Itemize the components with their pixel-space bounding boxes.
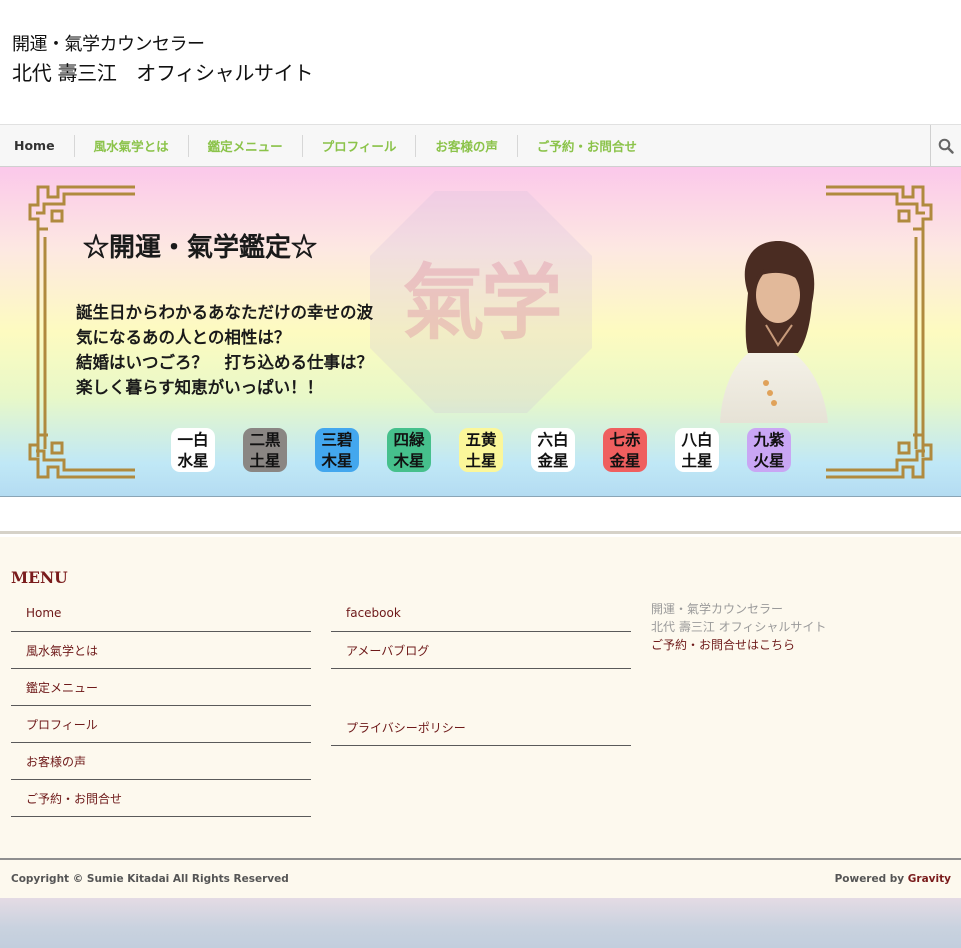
nav-list: Home 風水氣学とは 鑑定メニュー プロフィール お客様の声 ご予約・お問合せ xyxy=(0,125,961,166)
star-tile-5[interactable]: 五黄 土星 xyxy=(459,428,503,472)
footer-link-privacy[interactable]: プライバシーポリシー xyxy=(331,709,631,746)
star-tile-top: 三碧 xyxy=(321,430,353,449)
nav-item-profile[interactable]: プロフィール xyxy=(303,134,417,157)
footer-list-spacer xyxy=(331,669,631,709)
site-title-line1: 開運・氣学カウンセラー xyxy=(12,34,205,55)
star-tile-bottom: 土星 xyxy=(465,451,497,470)
footer-menu-list: Home 風水氣学とは 鑑定メニュー プロフィール お客様の声 ご予約・お問合せ xyxy=(11,595,311,817)
nav-item-voices[interactable]: お客様の声 xyxy=(416,134,518,157)
nav-search-button[interactable] xyxy=(930,125,961,167)
star-tile-top: 九紫 xyxy=(753,430,785,449)
site-header: 開運・氣学カウンセラー 北代 壽三江 オフィシャルサイト xyxy=(0,0,961,124)
nav-item-home[interactable]: Home xyxy=(0,134,75,157)
powered-by-prefix: Powered by xyxy=(834,873,908,885)
star-tile-3[interactable]: 三碧 木星 xyxy=(315,428,359,472)
footer-info-line2: 北代 壽三江 オフィシャルサイト xyxy=(651,620,827,634)
footer-info-line1: 開運・氣学カウンセラー xyxy=(651,602,784,616)
star-tile-top: 一白 xyxy=(177,430,209,449)
star-tile-bottom: 金星 xyxy=(537,451,569,470)
star-tile-bottom: 土星 xyxy=(681,451,713,470)
footer-menu-title: MENU xyxy=(11,568,68,587)
site-title-line2: 北代 壽三江 オフィシャルサイト xyxy=(12,61,314,85)
nav-item-menu[interactable]: 鑑定メニュー xyxy=(189,134,303,157)
footer-site-info: 開運・氣学カウンセラー 北代 壽三江 オフィシャルサイト ご予約・お問合せはこち… xyxy=(651,600,826,654)
search-icon xyxy=(938,138,954,154)
page-background xyxy=(0,898,961,948)
star-tile-top: 五黄 xyxy=(465,430,497,449)
footer-external-links: facebook アメーバブログ プライバシーポリシー xyxy=(331,595,631,746)
bottom-bar: Copyright © Sumie Kitadai All Rights Res… xyxy=(0,858,961,898)
hero-banner: 氣学 ☆開運・氣学鑑定☆ 誕生日からわかるあなただけの幸せの波 気になるあの人と… xyxy=(0,167,961,497)
copyright-text: Copyright © Sumie Kitadai All Rights Res… xyxy=(11,873,289,885)
hero-line: 気になるあの人との相性は？ xyxy=(76,328,291,347)
star-tile-bottom: 土星 xyxy=(249,451,281,470)
footer-link-about[interactable]: 風水氣学とは xyxy=(11,632,311,669)
footer-link-voices[interactable]: お客様の声 xyxy=(11,743,311,780)
footer-link-ameba-blog[interactable]: アメーバブログ xyxy=(331,632,631,669)
powered-by: Powered by Gravity xyxy=(835,873,951,885)
hero-line: 結婚はいつごろ？ 打ち込める仕事は？ xyxy=(76,353,373,372)
star-tile-top: 六白 xyxy=(537,430,569,449)
star-tile-8[interactable]: 八白 土星 xyxy=(675,428,719,472)
star-tile-top: 八白 xyxy=(681,430,713,449)
hero-line: 誕生日からわかるあなただけの幸せの波 xyxy=(76,303,373,322)
powered-by-brand-link[interactable]: Gravity xyxy=(908,873,951,885)
content-gap xyxy=(0,497,961,534)
star-tile-9[interactable]: 九紫 火星 xyxy=(747,428,791,472)
footer-widgets: MENU Home 風水氣学とは 鑑定メニュー プロフィール お客様の声 ご予約… xyxy=(0,537,961,858)
hero-text-lines: 誕生日からわかるあなただけの幸せの波 気になるあの人との相性は？ 結婚はいつごろ… xyxy=(76,300,373,400)
footer-link-home[interactable]: Home xyxy=(11,595,311,632)
nav-item-about[interactable]: 風水氣学とは xyxy=(75,134,189,157)
star-tile-top: 四緑 xyxy=(393,430,425,449)
star-tile-7[interactable]: 七赤 金星 xyxy=(603,428,647,472)
counselor-portrait-image xyxy=(720,241,828,423)
footer-link-facebook[interactable]: facebook xyxy=(331,595,631,632)
star-tile-top: 二黒 xyxy=(249,430,281,449)
star-tile-bottom: 水星 xyxy=(177,451,209,470)
main-nav: Home 風水氣学とは 鑑定メニュー プロフィール お客様の声 ご予約・お問合せ xyxy=(0,124,961,167)
star-tile-1[interactable]: 一白 水星 xyxy=(171,428,215,472)
footer-link-contact[interactable]: ご予約・お問合せ xyxy=(11,780,311,817)
star-tile-4[interactable]: 四緑 木星 xyxy=(387,428,431,472)
star-tile-2[interactable]: 二黒 土星 xyxy=(243,428,287,472)
hero-line: 楽しく暮らす知恵がいっぱい！！ xyxy=(76,378,324,397)
footer-link-menu[interactable]: 鑑定メニュー xyxy=(11,669,311,706)
star-tile-bottom: 木星 xyxy=(393,451,425,470)
site-title-link[interactable]: 開運・氣学カウンセラー 北代 壽三江 オフィシャルサイト xyxy=(12,34,332,88)
nav-item-contact[interactable]: ご予約・お問合せ xyxy=(518,135,656,157)
star-tile-6[interactable]: 六白 金星 xyxy=(531,428,575,472)
star-tile-bottom: 火星 xyxy=(753,451,785,470)
nine-star-tiles: 一白 水星 二黒 土星 三碧 木星 四緑 木星 五黄 土星 六白 金星 七赤 金… xyxy=(171,428,791,472)
star-tile-top: 七赤 xyxy=(609,430,641,449)
star-tile-bottom: 木星 xyxy=(321,451,353,470)
footer-link-profile[interactable]: プロフィール xyxy=(11,706,311,743)
footer-contact-link[interactable]: ご予約・お問合せはこちら xyxy=(651,636,826,654)
star-tile-bottom: 金星 xyxy=(609,451,641,470)
hero-heading: ☆開運・氣学鑑定☆ xyxy=(83,233,318,263)
